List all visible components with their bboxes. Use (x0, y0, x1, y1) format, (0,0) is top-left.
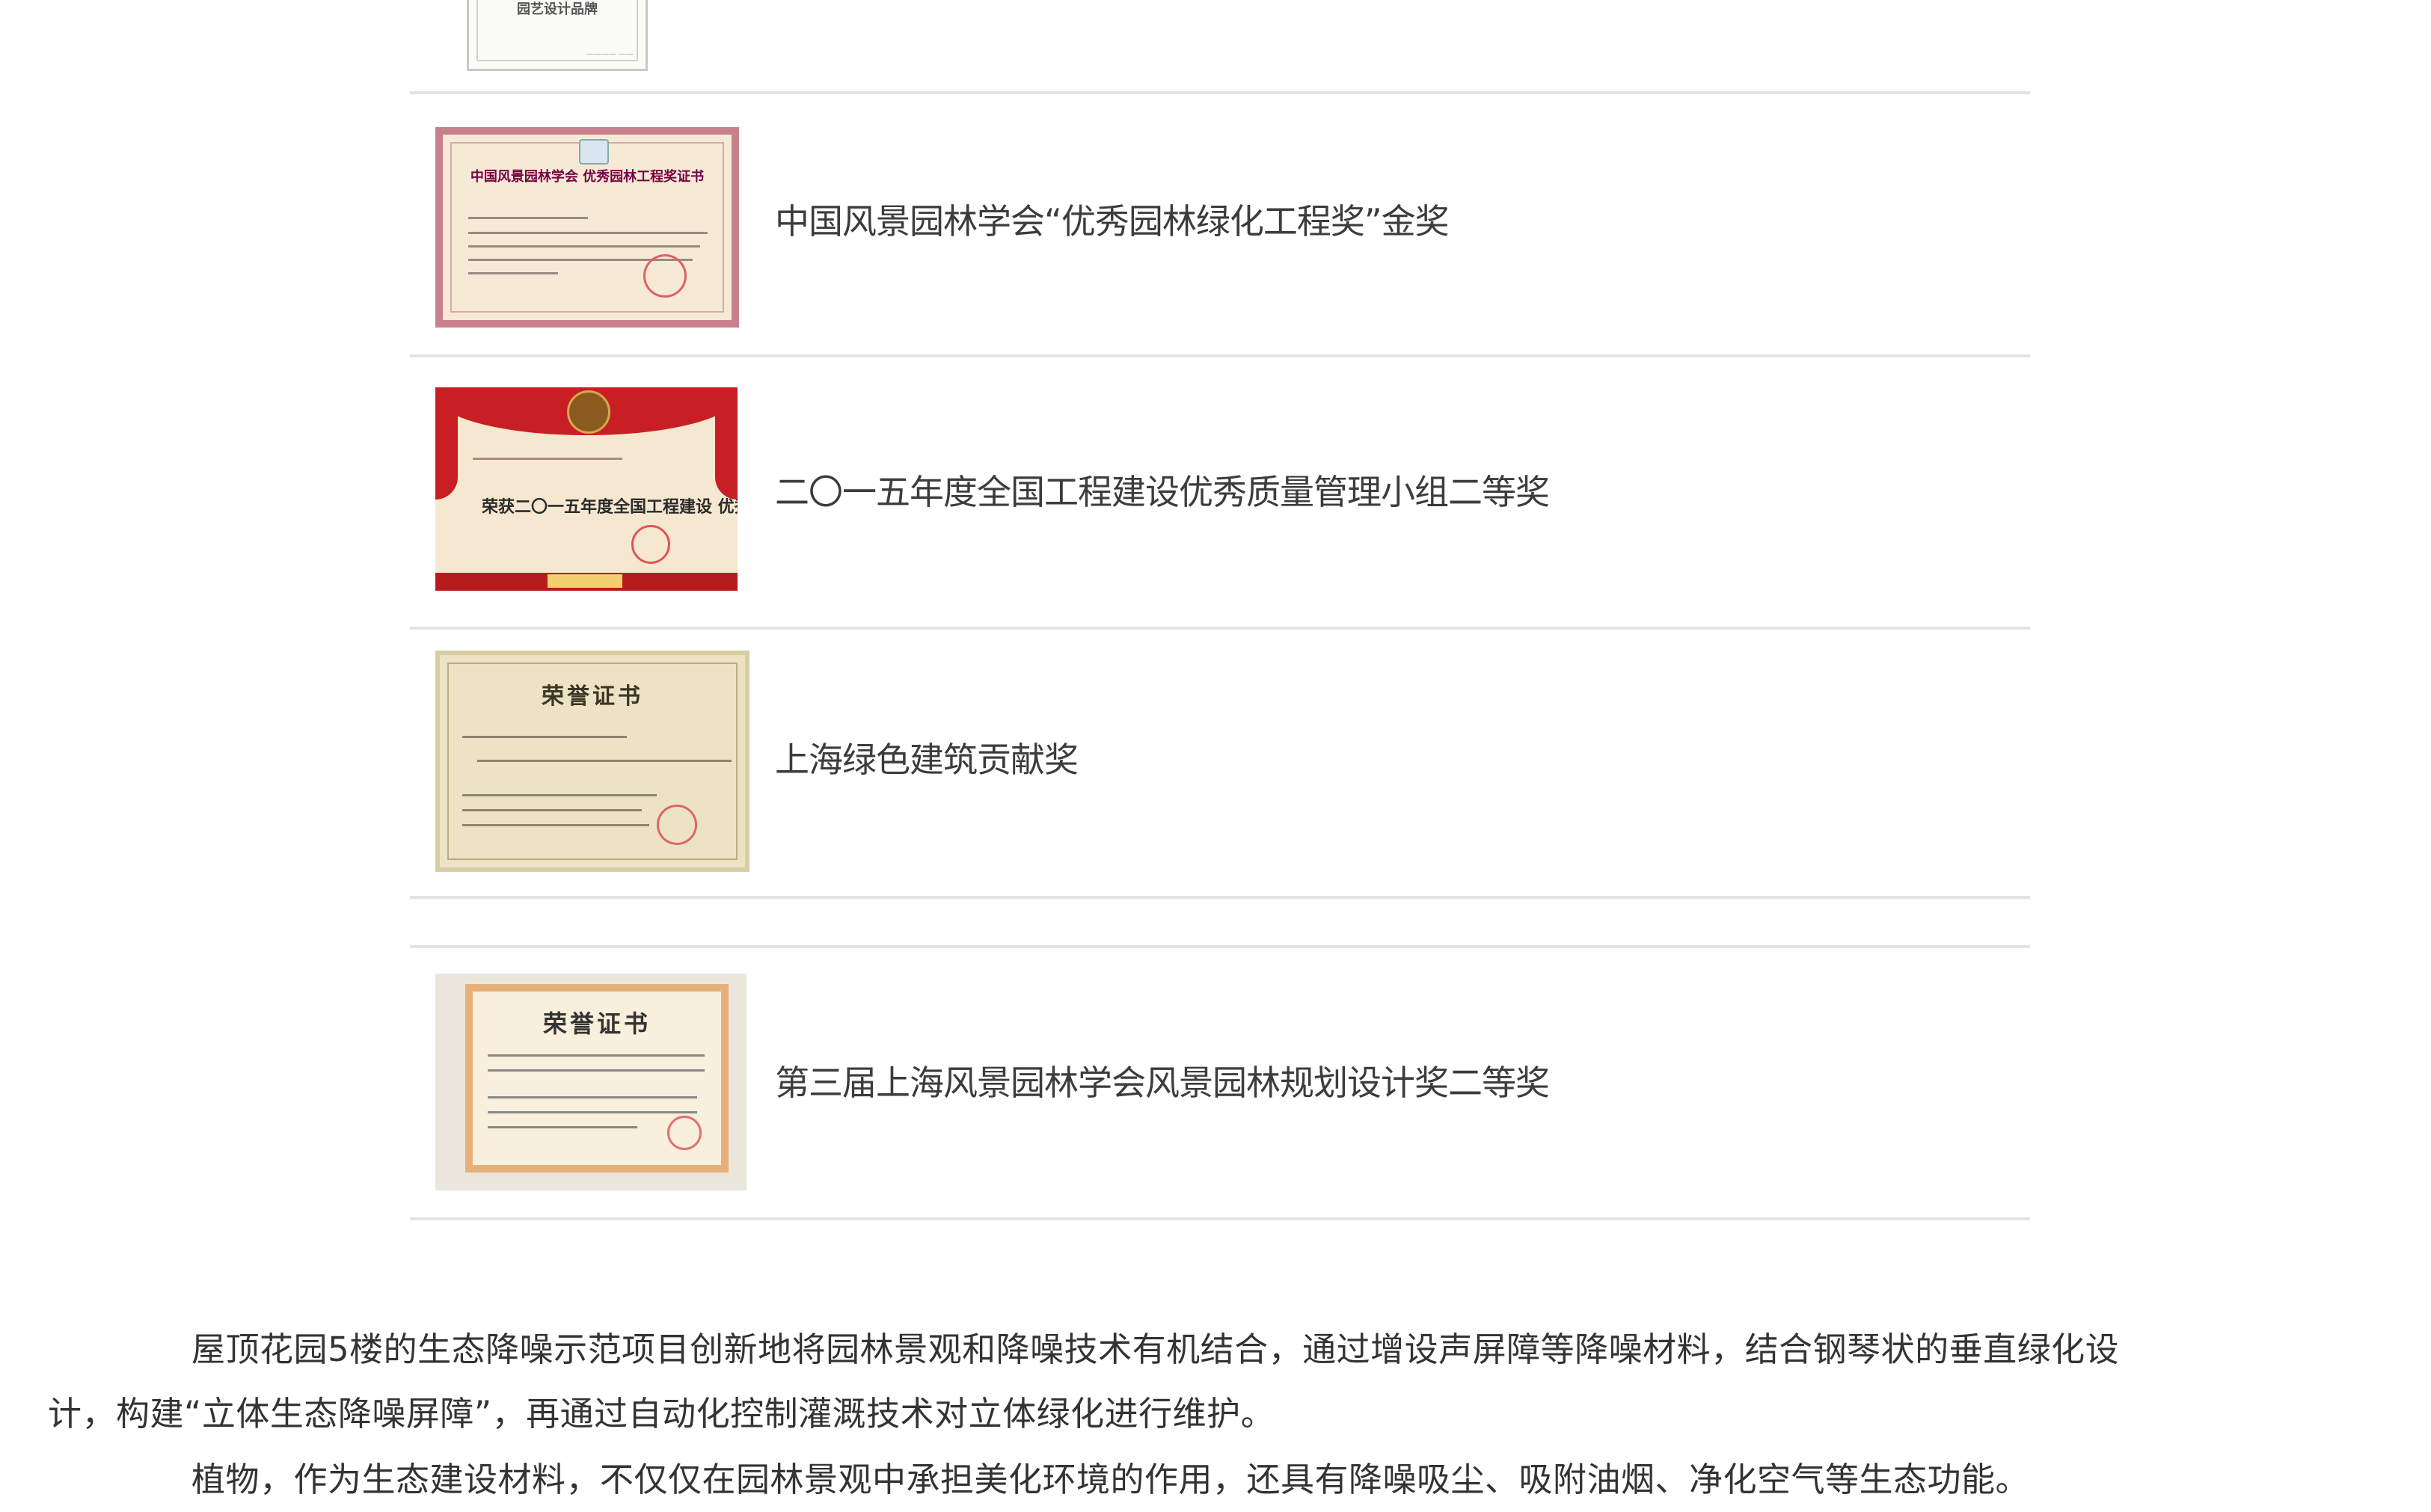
award-title: 上海绿色建筑贡献奖 (775, 740, 1079, 780)
award-row: 荣获二〇一五年度全国工程建设 优秀质量管理小组二等奖 二〇一五年度全国工程建设优… (410, 357, 2030, 627)
award-row: 荣誉证书 上海绿色建筑贡献奖 (410, 630, 2030, 896)
certificate-text: 荣誉证书 (542, 1009, 651, 1038)
certificate-image: 荣誉证书 (435, 651, 749, 872)
row-divider (410, 896, 2030, 899)
award-row: 荣誉证书 第三届上海风景园林学会风景园林规划设计奖二等奖 (410, 948, 2030, 1217)
body-paragraph: 屋顶花园5楼的生态降噪示范项目创新地将园林景观和降噪技术有机结合，通过增设声屏障… (48, 1318, 2311, 1446)
award-row: 园艺设计品牌 ———— —— (410, 0, 2030, 91)
certificate-image: 园艺设计品牌 ———— —— (467, 0, 648, 71)
award-title: 中国风景园林学会“优秀园林绿化工程奖”金奖 (775, 201, 1450, 242)
certificate-text: 园艺设计品牌 (517, 1, 598, 17)
certificate-text: 中国风景园林学会 优秀园林工程奖证书 (470, 169, 705, 185)
certificate-image: 荣誉证书 (435, 974, 747, 1190)
paragraph-line: 屋顶花园5楼的生态降噪示范项目创新地将园林景观和降噪技术有机结合，通过增设声屏障… (191, 1330, 2120, 1369)
award-title: 第三届上海风景园林学会风景园林规划设计奖二等奖 (775, 1063, 1550, 1103)
certificate-text: 荣誉证书 (542, 683, 643, 710)
certificate-image: 荣获二〇一五年度全国工程建设 优秀质量管理小组二等奖 (435, 387, 738, 591)
body-paragraph: 植物，作为生态建设材料，不仅仅在园林景观中承担美化环境的作用，还具有降噪吸尘、吸… (191, 1460, 2030, 1499)
award-row: 中国风景园林学会 优秀园林工程奖证书 中国风景园林学会“优秀园林绿化工程奖”金奖 (410, 94, 2030, 354)
certificate-text: 荣获二〇一五年度全国工程建设 优秀质量管理小组二等奖 (482, 498, 738, 517)
row-divider (410, 1217, 2030, 1220)
paragraph-line: 计，构建“立体生态降噪屏障”，再通过自动化控制灌溉技术对立体绿化进行维护。 (48, 1394, 1275, 1433)
certificate-image: 中国风景园林学会 优秀园林工程奖证书 (435, 127, 739, 328)
award-title: 二〇一五年度全国工程建设优秀质量管理小组二等奖 (775, 472, 1550, 512)
